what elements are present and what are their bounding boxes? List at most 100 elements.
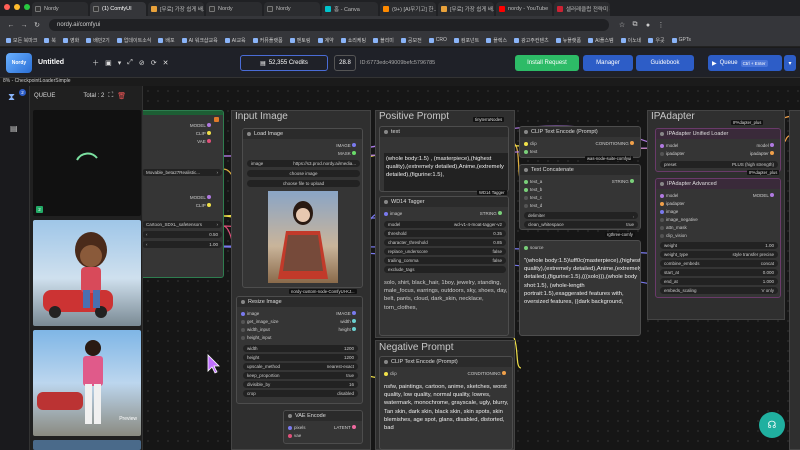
start-at-widget[interactable]: start_at 0.000 bbox=[660, 269, 778, 276]
minimize-window-icon[interactable] bbox=[14, 4, 20, 10]
load-image-node[interactable]: Load Image IMAGE MASK image https://s3.pr… bbox=[242, 128, 363, 288]
bookmark-item[interactable]: CRO bbox=[428, 37, 447, 43]
credits-display[interactable]: ▤ 52,355 Credits bbox=[240, 55, 328, 71]
output-model[interactable]: model bbox=[756, 143, 774, 148]
collapse-icon[interactable] bbox=[660, 132, 664, 136]
collapse-icon[interactable] bbox=[660, 182, 664, 186]
workflow-canvas[interactable]: MODEL CLIP VAE Movable_beta27Realistic..… bbox=[143, 86, 800, 450]
bookmark-item[interactable]: 북 bbox=[44, 37, 56, 44]
expand-icon[interactable]: ⛶ bbox=[108, 92, 113, 100]
manager-button[interactable]: Manager bbox=[583, 55, 633, 71]
trailing-comma-widget[interactable]: trailing_comma false bbox=[384, 257, 506, 264]
install-request-button[interactable]: Install Request bbox=[515, 55, 579, 71]
ckpt-name-widget[interactable]: Movable_beta27Realistic... › bbox=[143, 169, 222, 176]
output-model[interactable]: MODEL bbox=[190, 123, 211, 128]
output-image[interactable]: IMAGE bbox=[336, 311, 356, 316]
strength-clip-widget[interactable]: ‹ 1.00 bbox=[143, 241, 222, 248]
zoom-level[interactable]: 28.8 bbox=[334, 55, 356, 71]
menu-icon[interactable]: ⋮ bbox=[656, 21, 666, 29]
checkpoint-loader-node[interactable]: MODEL CLIP VAE Movable_beta27Realistic..… bbox=[143, 110, 224, 278]
browser-tab[interactable]: [무료] 가장 쉽게 배... bbox=[438, 2, 494, 16]
ipadapter-unified-loader-node[interactable]: IPAdapter Unified Loader model ipadapter… bbox=[655, 128, 781, 172]
input-source[interactable]: source bbox=[524, 245, 544, 250]
input-image[interactable]: image bbox=[660, 209, 678, 214]
input-text-b[interactable]: text_b bbox=[524, 187, 542, 192]
bookmark-item[interactable]: 뉴플랫폼 bbox=[555, 37, 581, 44]
collapse-icon[interactable] bbox=[524, 168, 528, 172]
output-string[interactable]: STRING bbox=[612, 179, 634, 184]
nordy-logo[interactable]: Nordy bbox=[6, 52, 32, 73]
tagger-model-widget[interactable]: model wd-v1-4-moat-tagger-v2 bbox=[384, 221, 506, 228]
browser-tab[interactable]: nordy - YouTube bbox=[496, 2, 552, 16]
keep-proportion-widget[interactable]: keep_proportion true bbox=[243, 372, 358, 379]
add-icon[interactable]: ＋ bbox=[92, 55, 99, 71]
bookmark-item[interactable]: 플렉스 bbox=[486, 37, 507, 44]
library-icon[interactable]: ▤ bbox=[10, 124, 18, 133]
output-conditioning[interactable]: CONDITIONING bbox=[467, 371, 506, 376]
browser-tab[interactable]: Nordy bbox=[32, 2, 88, 16]
trash-icon[interactable]: 🗑 bbox=[117, 92, 126, 100]
browser-tab[interactable]: 홈 - Canva bbox=[322, 2, 378, 16]
bookmark-item[interactable]: 멘토링 bbox=[289, 37, 311, 44]
height-widget[interactable]: height 1200 bbox=[243, 354, 358, 361]
bookmark-item[interactable]: 이노네 bbox=[620, 37, 641, 44]
output-string[interactable]: STRING bbox=[480, 211, 502, 216]
positive-prompt-text[interactable]: (whole body:1.5) , (masterpiece),(highes… bbox=[384, 153, 508, 191]
refresh-icon[interactable]: ⟳ bbox=[151, 55, 157, 71]
output-model[interactable]: MODEL bbox=[753, 193, 774, 198]
strength-model-widget[interactable]: ‹ 0.50 bbox=[143, 231, 222, 238]
collapse-icon[interactable] bbox=[384, 130, 388, 134]
divisible-by-widget[interactable]: divisible_by 16 bbox=[243, 381, 358, 388]
input-text-d[interactable]: text_d bbox=[524, 203, 542, 208]
queue-result-image[interactable]: Preview bbox=[33, 330, 141, 436]
input-height[interactable]: height_input bbox=[241, 335, 272, 340]
queue-button[interactable]: ▶ Queue Ctrl + Enter bbox=[708, 55, 782, 71]
output-mask[interactable]: MASK bbox=[338, 151, 356, 156]
lora-name-widget[interactable]: Cartoon_SDXL_safetensors › bbox=[143, 221, 222, 228]
choose-image-button[interactable]: choose image bbox=[247, 170, 360, 177]
embeds-scaling-widget[interactable]: embeds_scaling V only bbox=[660, 287, 778, 294]
resize-image-node[interactable]: Resize Image image get_image_size width_… bbox=[236, 296, 363, 404]
maximize-window-icon[interactable] bbox=[24, 4, 30, 10]
node-settings-icon[interactable] bbox=[214, 117, 219, 122]
collapse-icon[interactable] bbox=[384, 360, 388, 364]
output-vae[interactable]: VAE bbox=[197, 139, 211, 144]
bookmark-item[interactable]: 광고주컨텐츠 bbox=[514, 37, 549, 44]
text-concatenate-node[interactable]: Text Concatenate text_a text_b text_c te… bbox=[519, 164, 641, 230]
clip-text-encode-positive-node[interactable]: CLIP Text Encode (Prompt) clip text COND… bbox=[519, 126, 641, 158]
fit-view-icon[interactable]: ⤢ bbox=[127, 55, 133, 71]
bookmark-item[interactable]: 배포 bbox=[158, 37, 175, 44]
bookmark-item[interactable]: AI플스템 bbox=[588, 37, 614, 44]
input-model[interactable]: model bbox=[660, 193, 678, 198]
collapse-icon[interactable] bbox=[247, 132, 251, 136]
weight-type-widget[interactable]: weight_type style transfer precise bbox=[660, 251, 778, 258]
bookmark-item[interactable]: 컴포넌트 bbox=[453, 37, 479, 44]
bookmark-item[interactable]: 모든 북마크 bbox=[6, 37, 37, 44]
ipadapter-advanced-node[interactable]: IPAdapter Advanced model ipadapter image… bbox=[655, 178, 781, 298]
negative-prompt-text[interactable]: nsfw, paintings, cartoon, anime, sketche… bbox=[384, 383, 512, 449]
wd14-tagger-node[interactable]: WD14 Tagger image STRING model wd-v1-4-mo… bbox=[379, 196, 509, 336]
input-get-image-size[interactable]: get_image_size bbox=[241, 319, 279, 324]
output-clip[interactable]: CLIP bbox=[196, 131, 211, 136]
browser-tab[interactable]: Nordy bbox=[264, 2, 320, 16]
character-threshold-widget[interactable]: character_threshold 0.85 bbox=[384, 239, 506, 246]
clip-text-encode-negative-node[interactable]: CLIP Text Encode (Prompt) clip CONDITION… bbox=[379, 356, 513, 450]
bookmark-item[interactable]: 공모전 bbox=[400, 37, 422, 44]
address-bar[interactable]: nordy.ai/comfyui bbox=[49, 19, 609, 31]
input-image[interactable]: image bbox=[384, 211, 402, 216]
input-model[interactable]: model bbox=[660, 143, 678, 148]
browser-tab[interactable]: Nordy bbox=[206, 2, 262, 16]
output-conditioning[interactable]: CONDITIONING bbox=[595, 141, 634, 146]
chevron-down-icon[interactable]: ▾ bbox=[118, 55, 122, 71]
browser-tab-active[interactable]: (1) ComfyUI bbox=[90, 2, 146, 16]
show-text-node[interactable]: source "(whole body:1.5)\uff0c(masterpie… bbox=[519, 240, 641, 336]
input-clip-vision[interactable]: clip_vision bbox=[660, 233, 687, 238]
input-pixels[interactable]: pixels bbox=[288, 425, 306, 430]
combine-embeds-widget[interactable]: combine_embeds concat bbox=[660, 260, 778, 267]
bookmark-item[interactable]: 우곳 bbox=[648, 37, 665, 44]
end-at-widget[interactable]: end_at 1.000 bbox=[660, 278, 778, 285]
bookmark-item[interactable]: GPTs bbox=[671, 37, 691, 43]
output-image[interactable]: IMAGE bbox=[336, 143, 356, 148]
browser-tab[interactable]: [무료] 가장 쉽게 배... bbox=[148, 2, 204, 16]
output-height[interactable]: height bbox=[338, 327, 356, 332]
